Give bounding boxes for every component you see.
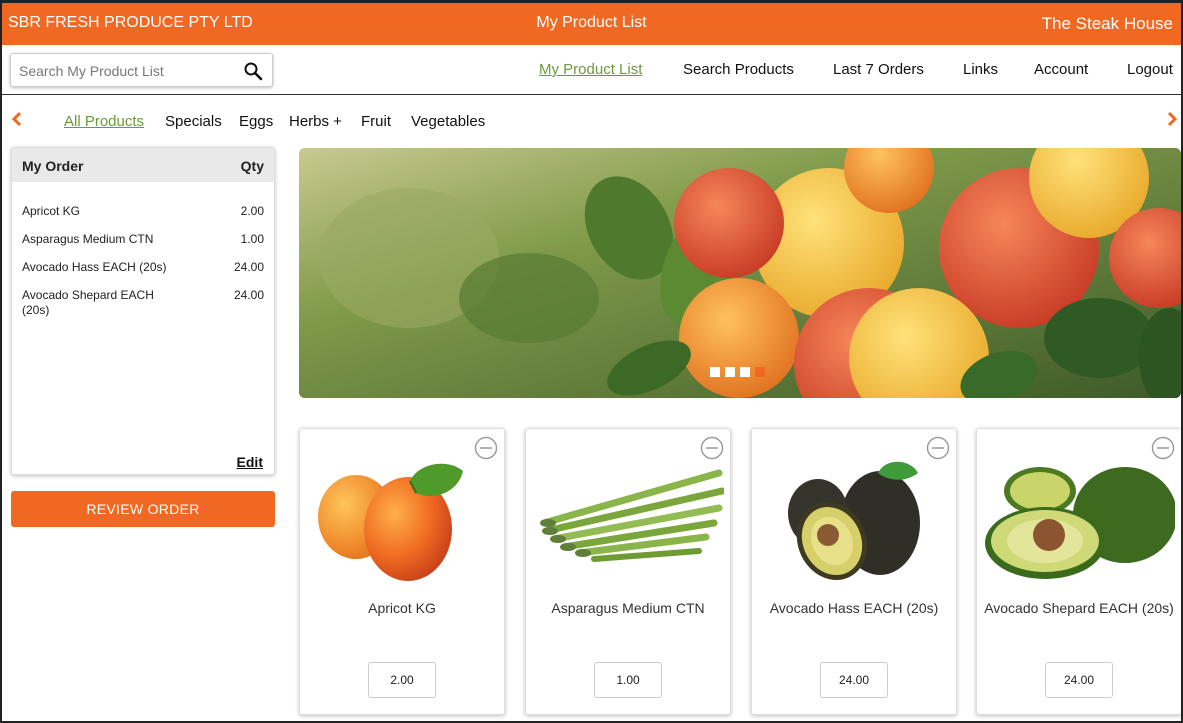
product-name: Apricot KG [368, 600, 436, 616]
avocado-shepard-image [985, 467, 1175, 579]
product-card: Asparagus Medium CTN [525, 428, 731, 715]
chevron-right-icon[interactable] [1165, 111, 1179, 127]
quantity-input[interactable] [594, 662, 662, 698]
tab-all-products[interactable]: All Products [64, 113, 144, 130]
navigation-bar: My Product List Search Products Last 7 O… [2, 45, 1181, 95]
customer-name: The Steak House [1041, 14, 1173, 33]
order-item-qty: 1.00 [240, 232, 264, 246]
order-item-name: Apricot KG [22, 204, 81, 218]
product-name: Avocado Hass EACH (20s) [769, 600, 939, 616]
order-title: My Order [22, 158, 84, 174]
tab-vegetables[interactable]: Vegetables [411, 113, 485, 130]
order-item-qty: 24.00 [233, 260, 264, 274]
order-qty-header: Qty [240, 158, 264, 174]
order-item-name: Avocado Hass EACH (20s) [22, 260, 167, 274]
edit-order-link[interactable]: Edit [237, 454, 263, 470]
nav-links[interactable]: Links [963, 61, 998, 78]
nav-my-product-list[interactable]: My Product List [539, 61, 642, 78]
order-list: Apricot KG 2.00 Asparagus Medium CTN 1.0… [12, 204, 274, 322]
quantity-input[interactable] [820, 662, 888, 698]
product-card: Avocado Hass EACH (20s) [751, 428, 957, 715]
carousel-dot[interactable] [725, 367, 735, 377]
product-card: Apricot KG [299, 428, 505, 715]
product-name: Asparagus Medium CTN [551, 600, 705, 616]
nav-account[interactable]: Account [1034, 61, 1088, 78]
order-row: Asparagus Medium CTN 1.00 [12, 232, 274, 260]
carousel-dot[interactable] [740, 367, 750, 377]
order-item-name: Avocado Shepard EACH (20s) [22, 288, 154, 317]
search-icon[interactable] [243, 61, 263, 81]
chevron-left-icon[interactable] [10, 111, 24, 127]
order-item-qty: 2.00 [240, 204, 264, 218]
apricot-image [318, 463, 463, 581]
top-bar: SBR FRESH PRODUCE PTY LTD My Product Lis… [2, 3, 1181, 45]
order-row: Apricot KG 2.00 [12, 204, 274, 232]
tab-eggs[interactable]: Eggs [239, 113, 273, 130]
category-tabs: All Products Specials Eggs Herbs + Fruit… [2, 99, 1181, 139]
carousel-dot[interactable] [710, 367, 720, 377]
order-panel: My Order Qty Apricot KG 2.00 Asparagus M… [11, 147, 275, 475]
nav-search-products[interactable]: Search Products [683, 61, 794, 78]
search-input[interactable] [19, 61, 239, 81]
banner-carousel [299, 148, 1181, 398]
asparagus-image [540, 469, 724, 562]
order-row: Avocado Shepard EACH (20s) 24.00 [12, 288, 274, 322]
tab-fruit[interactable]: Fruit [361, 113, 391, 130]
nav-last-7-orders[interactable]: Last 7 Orders [833, 61, 924, 78]
product-name: Avocado Shepard EACH (20s) [984, 600, 1174, 616]
quantity-input[interactable] [368, 662, 436, 698]
page-title: My Product List [536, 14, 647, 31]
product-card: Avocado Shepard EACH (20s) [976, 428, 1181, 715]
nav-logout[interactable]: Logout [1127, 61, 1173, 78]
order-item-qty: 24.00 [233, 288, 264, 302]
quantity-input[interactable] [1045, 662, 1113, 698]
search-box [10, 53, 273, 87]
review-order-button[interactable]: REVIEW ORDER [11, 491, 275, 527]
tab-specials[interactable]: Specials [165, 113, 222, 130]
carousel-dot-active[interactable] [755, 367, 765, 377]
avocado-hass-image [788, 461, 920, 580]
app-frame: SBR FRESH PRODUCE PTY LTD My Product Lis… [0, 0, 1183, 723]
tab-herbs[interactable]: Herbs + [289, 113, 342, 130]
order-row: Avocado Hass EACH (20s) 24.00 [12, 260, 274, 288]
order-header: My Order Qty [12, 148, 274, 182]
citrus-banner-image [299, 148, 1181, 398]
order-item-name: Asparagus Medium CTN [22, 232, 154, 246]
